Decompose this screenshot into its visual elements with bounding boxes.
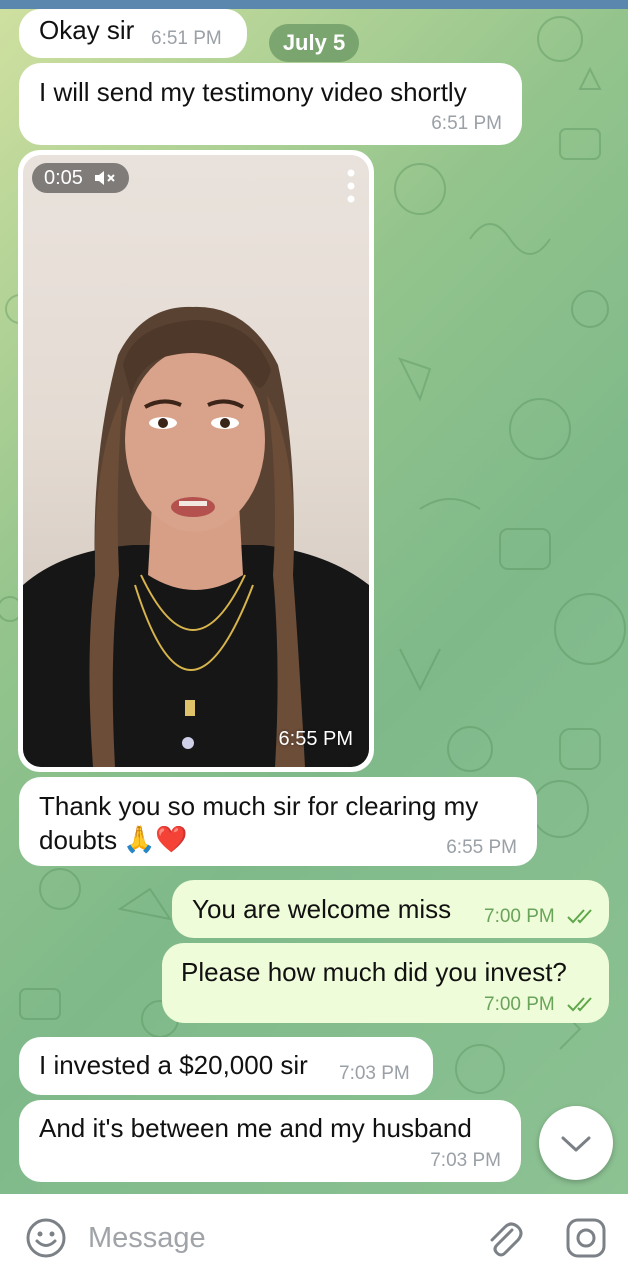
message-input[interactable]: Message — [88, 1221, 206, 1255]
message-text: Okay sir — [39, 15, 135, 45]
chevron-down-icon — [561, 1136, 591, 1152]
status-bar-strip — [0, 0, 628, 9]
video-frame-person — [23, 306, 369, 767]
video-player[interactable]: 0:05 6:55 PM — [23, 155, 369, 767]
message-bubble-incoming[interactable]: I invested a $20,000 sir 7:03 PM — [19, 1037, 433, 1095]
message-time: 7:00 PM — [484, 994, 555, 1015]
message-time: 6:51 PM — [151, 28, 222, 49]
message-text: Please how much did you invest? — [181, 957, 567, 987]
message-time: 6:55 PM — [278, 728, 353, 750]
message-bubble-incoming[interactable]: I will send my testimony video shortly 6… — [19, 63, 522, 145]
message-bubble-incoming[interactable]: Thank you so much sir for clearing my do… — [19, 777, 537, 866]
message-time: 7:03 PM — [339, 1063, 410, 1084]
message-text-line2: doubts — [39, 825, 118, 855]
message-bubble-outgoing[interactable]: You are welcome miss 7:00 PM — [172, 880, 609, 938]
message-bubble-outgoing[interactable]: Please how much did you invest? 7:00 PM — [162, 943, 609, 1023]
more-vertical-icon[interactable] — [347, 169, 355, 203]
message-bubble-incoming[interactable]: Okay sir 6:51 PM — [19, 9, 247, 58]
message-time: 7:00 PM — [484, 906, 555, 927]
video-duration-badge[interactable]: 0:05 — [32, 163, 129, 193]
message-text: I invested a $20,000 sir — [39, 1050, 308, 1080]
message-text: And it's between me and my husband — [39, 1113, 472, 1143]
message-bubble-incoming[interactable]: And it's between me and my husband 7:03 … — [19, 1100, 521, 1182]
smiley-icon[interactable] — [24, 1216, 68, 1260]
instagram-camera-icon[interactable] — [564, 1216, 608, 1260]
message-time: 6:51 PM — [431, 113, 502, 134]
double-check-icon — [567, 997, 592, 1012]
video-message[interactable]: 0:05 6:55 PM — [18, 150, 374, 772]
date-separator: July 5 — [269, 24, 359, 62]
message-text: I will send my testimony video shortly — [39, 77, 467, 107]
speaker-muted-icon — [94, 171, 115, 185]
paperclip-icon[interactable] — [482, 1216, 526, 1260]
emoji-pray-heart: 🙏❤️ — [123, 825, 188, 855]
scroll-to-bottom-button[interactable] — [539, 1106, 613, 1180]
video-duration: 0:05 — [44, 167, 83, 189]
message-text-line1: Thank you so much sir for clearing my — [39, 791, 479, 821]
message-time: 7:03 PM — [430, 1150, 501, 1171]
message-text: You are welcome miss — [192, 894, 452, 924]
message-time: 6:55 PM — [446, 837, 517, 858]
double-check-icon — [567, 909, 592, 924]
